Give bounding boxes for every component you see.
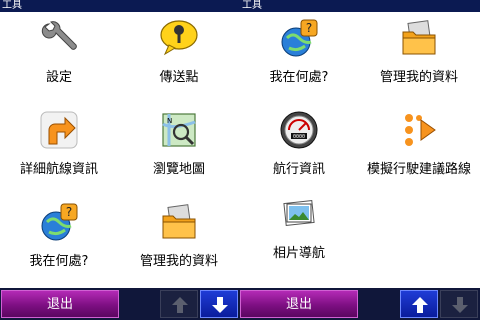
tools-grid: 設定 傳送點 ? 我在何處? 管理我的資料 詳細航線資訊 N 瀏覽地圖 0000… (0, 12, 480, 288)
tile-label: 傳送點 (159, 70, 199, 85)
title-bar: 工具 工具 (0, 0, 480, 12)
down-arrow-icon (452, 297, 468, 313)
center-title: 工具 (242, 0, 262, 11)
scroll-down-button-left[interactable] (200, 290, 238, 318)
folder-documents-icon (399, 18, 439, 58)
scroll-down-button-right[interactable] (440, 290, 478, 318)
tile-manage-my-data-2[interactable]: 管理我的資料 (120, 196, 238, 286)
tile-detailed-route-info[interactable]: 詳細航線資訊 (0, 104, 118, 194)
up-arrow-icon (412, 297, 428, 313)
pushpin-speech-bubble-icon (159, 18, 199, 58)
up-arrow-icon (172, 297, 188, 313)
globe-question-icon: ? (39, 202, 79, 242)
tile-label: 模擬行駛建議路線 (366, 162, 471, 177)
tile-label: 我在何處? (269, 70, 329, 85)
photo-navigation-icon (279, 194, 319, 234)
left-title: 工具 (2, 0, 22, 11)
tile-label: 相片導航 (272, 246, 325, 261)
tile-simulate-route[interactable]: 模擬行駛建議路線 (360, 104, 478, 194)
tile-manage-my-data[interactable]: 管理我的資料 (360, 12, 478, 102)
tile-browse-map[interactable]: N 瀏覽地圖 (120, 104, 238, 194)
tile-label: 瀏覽地圖 (152, 162, 205, 177)
down-arrow-icon (212, 297, 228, 313)
exit-button-left[interactable]: 退出 (1, 290, 119, 318)
tile-where-am-i-2[interactable]: ? 我在何處? (0, 196, 118, 286)
svg-text:N: N (167, 117, 172, 125)
svg-text:?: ? (66, 205, 72, 219)
scroll-up-button-right[interactable] (400, 290, 438, 318)
map-magnifier-icon: N (159, 110, 199, 150)
svg-text:0000: 0000 (293, 134, 305, 140)
tile-label: 航行資訊 (272, 162, 325, 177)
trip-computer-gauge-icon: 0000 (279, 110, 319, 150)
wrench-icon (39, 18, 79, 58)
route-simulation-icon (399, 110, 439, 150)
scroll-up-button-left[interactable] (160, 290, 198, 318)
turn-arrow-icon (39, 110, 79, 150)
tile-where-am-i[interactable]: ? 我在何處? (240, 12, 358, 102)
tile-photo-navigation[interactable]: 相片導航 (240, 188, 358, 278)
tile-label: 管理我的資料 (379, 70, 458, 85)
tile-settings[interactable]: 設定 (0, 12, 118, 102)
bottom-toolbar: 退出 退出 (0, 288, 480, 320)
globe-question-icon: ? (279, 18, 319, 58)
tile-send-waypoint[interactable]: 傳送點 (120, 12, 238, 102)
tile-label: 設定 (45, 70, 72, 85)
svg-text:?: ? (306, 21, 312, 35)
tile-label: 管理我的資料 (139, 254, 218, 269)
folder-documents-icon (159, 202, 199, 242)
tile-label: 詳細航線資訊 (19, 162, 98, 177)
tile-label: 我在何處? (29, 254, 89, 269)
tile-trip-info[interactable]: 0000 航行資訊 (240, 104, 358, 194)
exit-button-right[interactable]: 退出 (240, 290, 358, 318)
